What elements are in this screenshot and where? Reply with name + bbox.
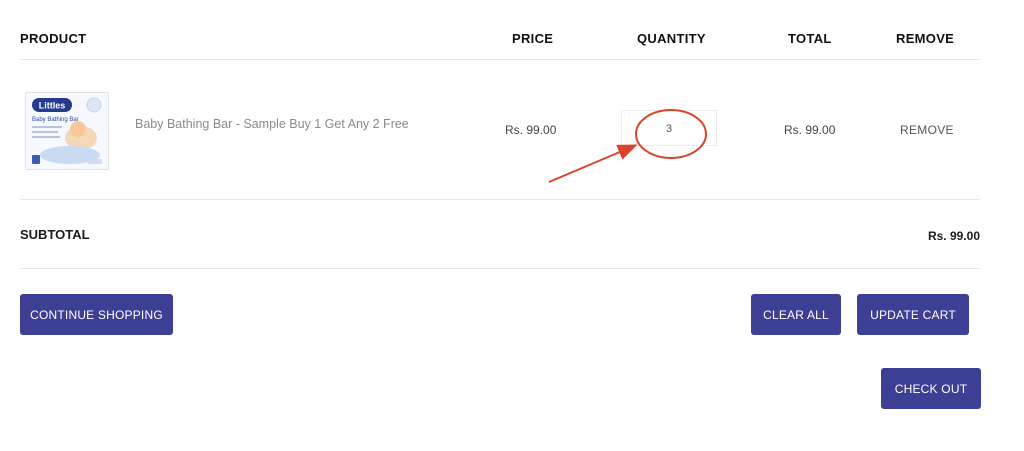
header-divider (20, 59, 980, 60)
update-cart-button[interactable]: UPDATE CART (857, 294, 969, 335)
header-remove: REMOVE (896, 31, 955, 46)
header-quantity: QUANTITY (637, 31, 706, 46)
thumbnail-caption: Baby Bathing Bar (32, 117, 79, 123)
header-price: PRICE (512, 31, 554, 46)
product-total: Rs. 99.00 (784, 123, 836, 137)
remove-item-link[interactable]: REMOVE (900, 123, 954, 137)
subtotal-divider (20, 268, 980, 269)
product-price: Rs. 99.00 (505, 123, 557, 137)
annotation-overlay (548, 109, 707, 183)
product-name-link[interactable]: Baby Bathing Bar - Sample Buy 1 Get Any … (135, 117, 409, 131)
continue-shopping-button[interactable]: CONTINUE SHOPPING (20, 294, 173, 335)
header-product: PRODUCT (20, 31, 87, 46)
product-thumbnail[interactable]: Littles Baby Bathing Bar (25, 92, 109, 170)
check-out-button[interactable]: CHECK OUT (881, 368, 981, 409)
clear-all-button[interactable]: CLEAR ALL (751, 294, 841, 335)
subtotal-value: Rs. 99.00 (927, 229, 980, 243)
annotation-arrow (548, 144, 638, 183)
quantity-input[interactable] (622, 112, 716, 146)
thumbnail-brand: Littles (39, 101, 66, 111)
header-total: TOTAL (788, 31, 832, 46)
row-divider (20, 199, 980, 200)
subtotal-label: SUBTOTAL (20, 227, 90, 242)
quantity-field-container[interactable] (621, 110, 717, 146)
